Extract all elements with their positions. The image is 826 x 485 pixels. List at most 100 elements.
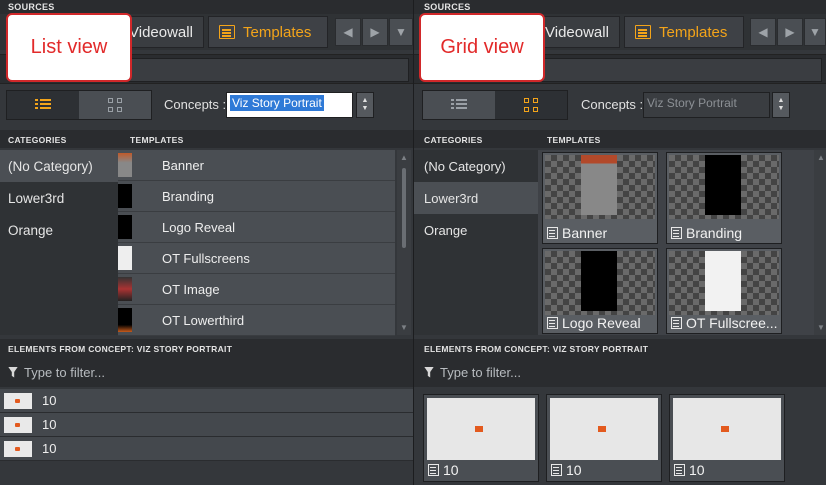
- list-icon: [451, 98, 467, 112]
- templates-scrollbar[interactable]: ▲ ▼: [397, 150, 411, 335]
- template-icon: [671, 227, 682, 239]
- template-icon: [547, 317, 558, 329]
- element-label: 10: [42, 417, 57, 432]
- category-item[interactable]: (No Category): [0, 150, 118, 182]
- category-label: Orange: [424, 222, 468, 238]
- template-row[interactable]: Banner: [118, 150, 395, 181]
- category-item[interactable]: Orange: [0, 214, 118, 246]
- scroll-thumb[interactable]: [402, 168, 406, 248]
- template-row[interactable]: OT Lowerthird: [118, 305, 395, 336]
- template-icon: [547, 227, 558, 239]
- grid-view-pane: SOURCES Videowall Templates ◀ ▶ ▼ Grid v…: [413, 0, 826, 485]
- template-preview: [705, 251, 741, 311]
- categories-header: CATEGORIES: [8, 135, 67, 145]
- tab-menu-button[interactable]: ▼: [804, 18, 826, 46]
- element-thumbnail: [4, 416, 32, 433]
- tab-videowall[interactable]: Videowall: [534, 16, 620, 48]
- elements-header: ELEMENTS FROM CONCEPT: VIZ STORY PORTRAI…: [0, 339, 413, 357]
- category-item[interactable]: (No Category): [414, 150, 538, 182]
- templates-header: TEMPLATES: [130, 135, 184, 145]
- template-thumbnail: [118, 246, 132, 270]
- chevron-left-icon: ◀: [343, 25, 353, 39]
- tab-scroll-right-button[interactable]: ▶: [362, 18, 388, 46]
- tab-scroll-right-button[interactable]: ▶: [777, 18, 803, 46]
- concepts-spinner[interactable]: ▲ ▼: [772, 92, 790, 118]
- elements-header-label: ELEMENTS FROM CONCEPT: VIZ STORY PORTRAI…: [8, 344, 233, 354]
- element-tile[interactable]: 10: [546, 394, 662, 482]
- element-thumbnail: [550, 398, 658, 460]
- category-item[interactable]: Lower3rd: [0, 182, 118, 214]
- element-label: 10: [689, 462, 705, 478]
- grid-view-button[interactable]: [79, 91, 151, 119]
- element-icon: [428, 464, 439, 476]
- category-item[interactable]: Lower3rd: [414, 182, 538, 214]
- template-thumbnail: [118, 153, 132, 177]
- concepts-input[interactable]: Viz Story Portrait: [226, 92, 353, 118]
- sources-label: SOURCES: [424, 2, 471, 12]
- spin-down-icon: ▼: [777, 105, 785, 112]
- template-label: Branding: [162, 188, 215, 204]
- category-label: Orange: [8, 222, 54, 238]
- template-row[interactable]: OT Image: [118, 274, 395, 305]
- element-label: 10: [42, 393, 57, 408]
- tab-templates-label: Templates: [243, 23, 312, 41]
- categories-list: (No Category) Lower3rd Orange: [0, 150, 118, 335]
- categories-list: (No Category) Lower3rd Orange: [414, 150, 538, 335]
- tab-scroll-left-button[interactable]: ◀: [750, 18, 776, 46]
- template-preview: [581, 155, 617, 215]
- tab-scroll-left-button[interactable]: ◀: [335, 18, 361, 46]
- sources-header: SOURCES: [0, 0, 413, 14]
- template-row[interactable]: OT Fullscreens: [118, 243, 395, 274]
- element-filter[interactable]: Type to filter...: [0, 357, 413, 387]
- element-row[interactable]: 10: [0, 389, 413, 413]
- template-thumbnail: [118, 215, 132, 239]
- concepts-input[interactable]: Viz Story Portrait: [643, 92, 770, 118]
- concepts-label: Concepts :: [164, 97, 227, 112]
- spin-up-icon: ▲: [777, 97, 785, 104]
- chevron-right-icon: ▶: [370, 25, 380, 39]
- list-view-button[interactable]: [423, 91, 495, 119]
- template-icon: [671, 317, 682, 329]
- template-label: Banner: [162, 157, 204, 173]
- tab-menu-button[interactable]: ▼: [389, 18, 413, 46]
- element-icon: [674, 464, 685, 476]
- grid-icon: [108, 98, 122, 112]
- tab-templates[interactable]: Templates: [208, 16, 328, 48]
- element-tile[interactable]: 10: [669, 394, 785, 482]
- categories-header: CATEGORIES: [424, 135, 483, 145]
- list-view-button[interactable]: [7, 91, 79, 119]
- elements-header-label: ELEMENTS FROM CONCEPT: VIZ STORY PORTRAI…: [424, 344, 649, 354]
- callout-label: List view: [30, 36, 108, 58]
- element-tile[interactable]: 10: [423, 394, 539, 482]
- template-preview: [581, 251, 617, 311]
- template-row[interactable]: Branding: [118, 181, 395, 212]
- chevron-right-icon: ▶: [785, 25, 795, 39]
- element-row[interactable]: 10: [0, 413, 413, 437]
- template-tile[interactable]: Branding: [666, 152, 782, 244]
- concepts-spinner[interactable]: ▲ ▼: [356, 92, 374, 118]
- tab-templates-label: Templates: [659, 23, 728, 41]
- tab-videowall-label: Videowall: [545, 23, 609, 41]
- template-tile[interactable]: Logo Reveal: [542, 248, 658, 334]
- element-filter[interactable]: Type to filter...: [414, 357, 826, 387]
- list-icon: [35, 98, 51, 112]
- template-label: Banner: [562, 225, 608, 241]
- template-label: OT Image: [162, 281, 220, 297]
- element-icon: [551, 464, 562, 476]
- templates-header: TEMPLATES: [547, 135, 601, 145]
- template-tile[interactable]: OT Fullscree...: [666, 248, 782, 334]
- element-row[interactable]: 10: [0, 437, 413, 461]
- template-tile[interactable]: Banner: [542, 152, 658, 244]
- templates-icon: [635, 25, 651, 39]
- view-toolbar: Concepts : Viz Story Portrait ▲ ▼: [414, 88, 826, 124]
- filter-placeholder: Type to filter...: [24, 364, 105, 380]
- template-thumbnail: [118, 277, 132, 301]
- category-label: (No Category): [424, 158, 506, 174]
- template-row[interactable]: Logo Reveal: [118, 212, 395, 243]
- category-item[interactable]: Orange: [414, 214, 538, 246]
- templates-scrollbar[interactable]: ▲ ▼: [814, 150, 826, 335]
- grid-view-button[interactable]: [495, 91, 567, 119]
- tab-videowall-label: Videowall: [129, 23, 193, 41]
- concepts-value: Viz Story Portrait: [230, 95, 324, 111]
- tab-templates[interactable]: Templates: [624, 16, 744, 48]
